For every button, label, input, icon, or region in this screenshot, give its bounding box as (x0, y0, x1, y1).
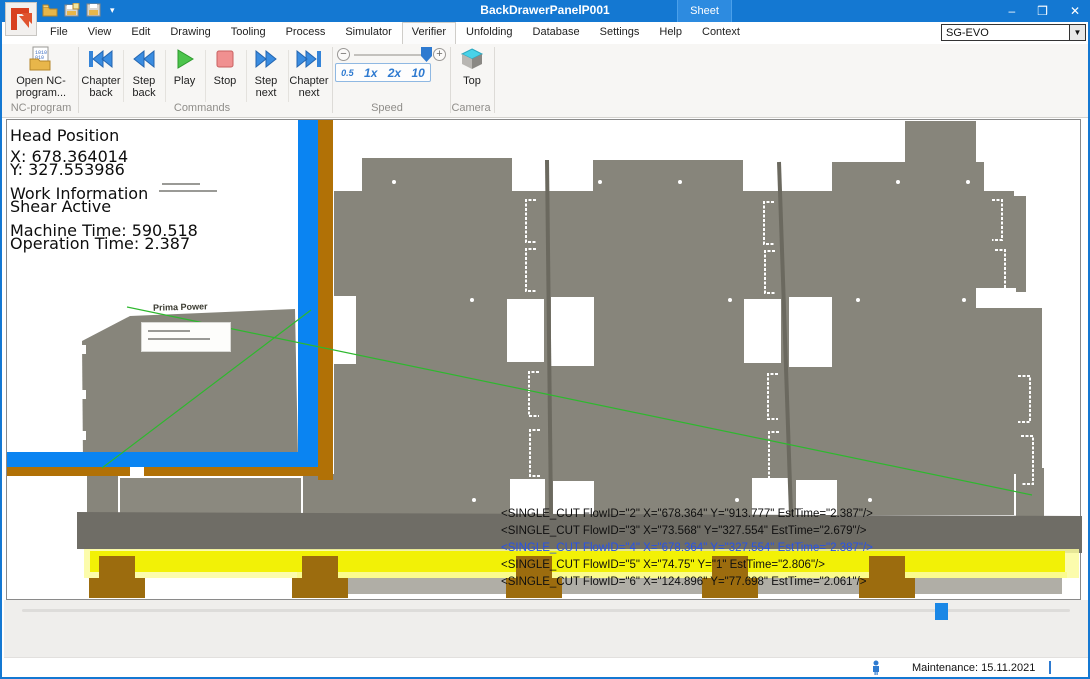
step-back-label: Step back (125, 75, 163, 99)
operation-time: Operation Time: 2.387 (10, 234, 190, 253)
speed-minus-button[interactable]: − (337, 48, 350, 61)
menu-item-view[interactable]: View (78, 22, 122, 44)
speed-presets[interactable]: 0.5 1x 2x 10 (335, 63, 431, 82)
ribbon-toolbar: 1010010 Open NC-program... Chapter back … (2, 44, 1088, 118)
nc-file-icon: 1010010 (6, 46, 76, 72)
nc-line-3-current: <SINGLE_CUT FlowID="4" X="678.364" Y="32… (501, 542, 873, 556)
timeline-thumb[interactable] (935, 603, 948, 620)
skip-to-end-icon (288, 46, 330, 72)
close-button[interactable]: ✕ (1070, 4, 1080, 18)
nc-line-5: <SINGLE_CUT FlowID="6" X="124.896" Y="77… (501, 576, 867, 590)
menu-item-database[interactable]: Database (523, 22, 590, 44)
play-button[interactable]: Play (166, 46, 203, 87)
play-icon (166, 46, 203, 72)
menu-item-simulator[interactable]: Simulator (335, 22, 401, 44)
menu-item-edit[interactable]: Edit (121, 22, 160, 44)
speed-preset-1x[interactable]: 1x (364, 66, 377, 80)
menu-item-context[interactable]: Context (692, 22, 750, 44)
skip-to-start-icon (81, 46, 121, 72)
sheet-brand-label: Prima Power (153, 301, 208, 312)
menu-item-file[interactable]: File (40, 22, 78, 44)
menu-item-verifier[interactable]: Verifier (402, 22, 456, 44)
menu-item-tooling[interactable]: Tooling (221, 22, 276, 44)
maximize-button[interactable]: ❒ (1037, 4, 1048, 18)
context-tab-sheet[interactable]: Sheet (677, 0, 732, 22)
stop-icon (206, 46, 244, 72)
head-position-y: Y: 327.553986 (10, 160, 125, 179)
stop-button[interactable]: Stop (206, 46, 244, 87)
group-label-speed: Speed (342, 102, 432, 114)
speed-slider-track[interactable] (354, 54, 430, 56)
status-bar: Maintenance: 15.11.2021 (4, 657, 1090, 678)
speed-preset-10[interactable]: 10 (411, 66, 424, 80)
window-title: BackDrawerPanelP001 (2, 3, 1088, 17)
step-back-button[interactable]: Step back (125, 46, 163, 99)
machine-selector-value: SG-EVO (946, 27, 989, 39)
fast-forward-icon (246, 46, 286, 72)
chapter-next-label: Chapter next (288, 75, 330, 99)
nc-line-1: <SINGLE_CUT FlowID="2" X="678.364" Y="91… (501, 508, 873, 522)
open-nc-program-label: Open NC-program... (6, 75, 76, 99)
open-nc-program-button[interactable]: 1010010 Open NC-program... (6, 46, 76, 99)
menu-item-settings[interactable]: Settings (590, 22, 650, 44)
chapter-next-button[interactable]: Chapter next (288, 46, 330, 99)
timeline-area (4, 600, 1090, 657)
group-label-camera: Camera (436, 102, 506, 114)
group-label-nc-program: NC-program (6, 102, 76, 114)
nc-line-4-highlighted: <SINGLE_CUT FlowID="5" X="74.75" Y="1" E… (501, 559, 825, 573)
menu-item-drawing[interactable]: Drawing (160, 22, 220, 44)
step-next-label: Step next (246, 75, 286, 99)
work-information-status: Shear Active (10, 197, 111, 216)
chapter-back-label: Chapter back (81, 75, 121, 99)
maintenance-icon (870, 660, 882, 675)
top-camera-label: Top (453, 75, 491, 87)
menu-item-help[interactable]: Help (649, 22, 692, 44)
machine-selector[interactable]: SG-EVO ▼ (941, 24, 1086, 41)
speed-preset-2x[interactable]: 2x (388, 66, 401, 80)
chevron-down-icon[interactable]: ▼ (1069, 25, 1085, 40)
group-label-commands: Commands (132, 102, 272, 114)
rewind-icon (125, 46, 163, 72)
menu-bar: File View Edit Drawing Tooling Process S… (2, 22, 1088, 44)
part-tag (141, 322, 231, 352)
app-logo[interactable] (5, 2, 37, 36)
status-tick (1049, 661, 1051, 674)
stop-label: Stop (206, 75, 244, 87)
camera-cube-icon (453, 46, 491, 72)
menu-item-unfolding[interactable]: Unfolding (456, 22, 522, 44)
play-label: Play (166, 75, 203, 87)
nc-line-2: <SINGLE_CUT FlowID="3" X="73.568" Y="327… (501, 525, 867, 539)
title-bar[interactable]: ▾ BackDrawerPanelP001 Sheet – ❒ ✕ (2, 0, 1088, 22)
speed-preset-05[interactable]: 0.5 (341, 68, 354, 78)
speed-plus-button[interactable]: + (433, 48, 446, 61)
application-window: ▾ BackDrawerPanelP001 Sheet – ❒ ✕ File V… (0, 0, 1090, 679)
head-position-heading: Head Position (10, 126, 119, 145)
menu-item-process[interactable]: Process (276, 22, 336, 44)
maintenance-date: Maintenance: 15.11.2021 (912, 662, 1035, 674)
timeline-track[interactable] (22, 609, 1070, 612)
step-next-button[interactable]: Step next (246, 46, 286, 99)
top-camera-button[interactable]: Top (453, 46, 491, 87)
speed-slider-thumb[interactable] (421, 47, 432, 62)
chapter-back-button[interactable]: Chapter back (81, 46, 121, 99)
minimize-button[interactable]: – (1008, 4, 1015, 18)
